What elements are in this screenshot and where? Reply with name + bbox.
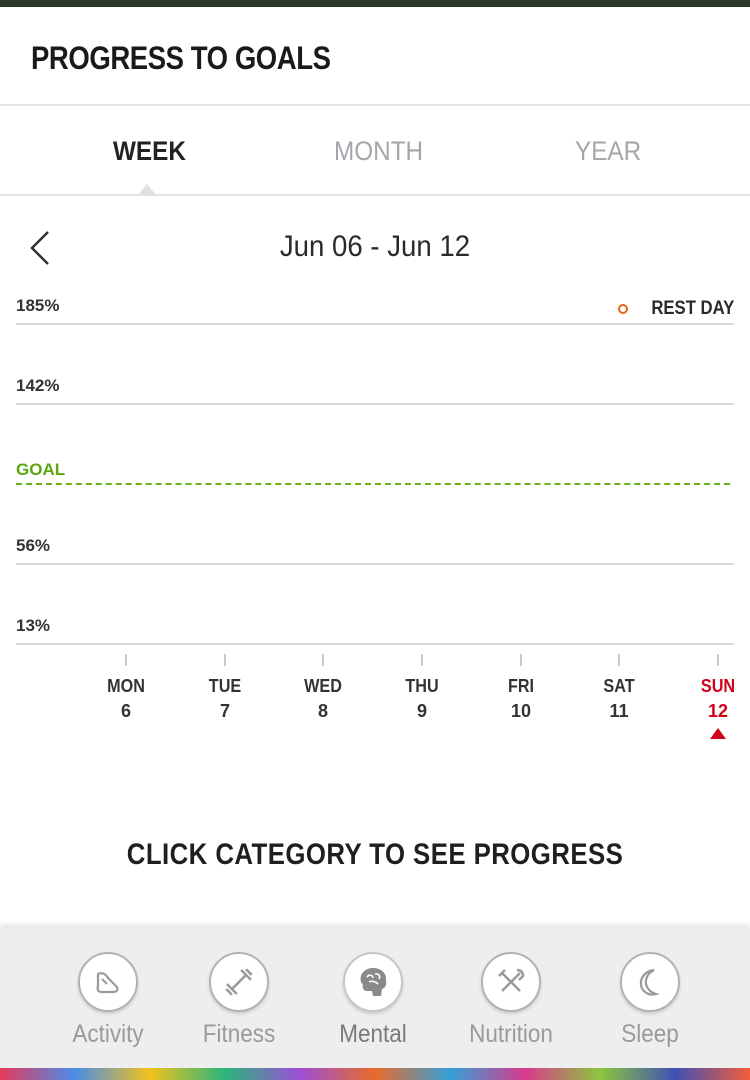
top-decorative-strip — [0, 0, 750, 10]
x-axis-tick — [125, 654, 127, 666]
day-number: 10 — [510, 701, 532, 721]
shoe-icon — [78, 952, 138, 1012]
day-name: WED — [304, 676, 342, 696]
category-mental[interactable]: Mental — [313, 952, 433, 1049]
day-name: SAT — [603, 676, 635, 696]
grid-line — [16, 323, 734, 325]
brain-icon — [343, 952, 403, 1012]
goal-label: GOAL — [16, 460, 66, 479]
active-tab-indicator — [138, 184, 156, 195]
day-thu[interactable]: THU 9 — [382, 654, 462, 722]
category-label: Fitness — [202, 1020, 276, 1048]
category-nutrition[interactable]: Nutrition — [451, 952, 571, 1049]
y-axis-label: 13% — [16, 616, 51, 635]
y-axis-label: 56% — [16, 536, 51, 555]
bottom-decorative-strip — [0, 1068, 750, 1080]
category-fitness[interactable]: Fitness — [179, 952, 299, 1049]
period-tabs: WEEK MONTH YEAR — [0, 106, 750, 196]
x-axis-tick — [322, 654, 324, 666]
dumbbell-icon — [209, 952, 269, 1012]
date-range: Jun 06 - Jun 12 — [279, 230, 471, 263]
day-number: 11 — [609, 701, 629, 721]
grid-line — [16, 563, 734, 565]
day-number: 8 — [317, 701, 328, 721]
grid-line — [16, 403, 734, 405]
day-name: MON — [107, 676, 145, 696]
category-label: Sleep — [621, 1020, 679, 1048]
fork-knife-icon — [481, 952, 541, 1012]
progress-chart: REST DAY 185% 142% GOAL 56% 13% MON 6 TU… — [0, 290, 750, 760]
today-marker-icon — [710, 728, 726, 739]
legend: REST DAY — [617, 298, 734, 320]
day-name: FRI — [507, 676, 535, 696]
moon-icon — [620, 952, 680, 1012]
x-axis-tick — [224, 654, 226, 666]
page-title: PROGRESS TO GOALS — [31, 40, 331, 76]
y-axis-label: 142% — [16, 376, 60, 395]
day-number: 6 — [120, 701, 131, 721]
day-number: 12 — [707, 701, 729, 721]
legend-label: REST DAY — [650, 298, 734, 319]
day-number: 7 — [219, 701, 230, 721]
tab-month[interactable]: MONTH — [334, 136, 423, 167]
tab-week[interactable]: WEEK — [113, 136, 186, 167]
day-number: 9 — [416, 701, 427, 721]
x-axis-tick — [618, 654, 620, 666]
category-label: Nutrition — [469, 1020, 553, 1048]
day-name: TUE — [208, 676, 242, 696]
day-name: THU — [405, 676, 439, 696]
header: PROGRESS TO GOALS — [0, 10, 750, 106]
day-tue[interactable]: TUE 7 — [185, 654, 265, 722]
day-fri[interactable]: FRI 10 — [481, 654, 561, 722]
x-axis-tick — [520, 654, 522, 666]
x-axis-tick — [717, 654, 719, 666]
day-mon[interactable]: MON 6 — [86, 654, 166, 722]
x-axis-tick — [421, 654, 423, 666]
tab-year[interactable]: YEAR — [575, 136, 641, 167]
goal-line — [16, 483, 730, 485]
category-prompt: CLICK CATEGORY TO SEE PROGRESS — [126, 838, 624, 871]
y-axis-label: 185% — [16, 296, 60, 315]
category-label: Activity — [72, 1020, 144, 1048]
category-activity[interactable]: Activity — [48, 952, 168, 1049]
day-name: SUN — [700, 676, 736, 696]
rest-day-dot-icon — [617, 304, 628, 314]
day-sat[interactable]: SAT 11 — [579, 654, 659, 722]
grid-line — [16, 643, 734, 645]
category-sleep[interactable]: Sleep — [590, 952, 710, 1049]
category-label: Mental — [339, 1020, 407, 1048]
day-wed[interactable]: WED 8 — [283, 654, 363, 722]
category-bar: Activity Fitness Mental Nutrition Sleep — [0, 928, 750, 1068]
day-sun[interactable]: SUN 12 — [678, 654, 750, 739]
